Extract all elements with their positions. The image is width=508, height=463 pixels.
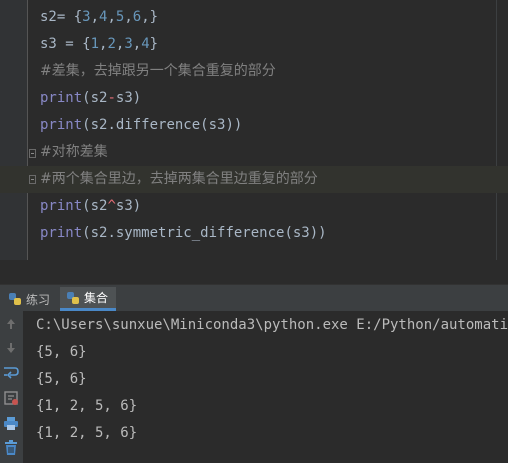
code-text: print(s2-s3) [40, 89, 141, 108]
code-token: print [40, 117, 83, 133]
code-token: = { [56, 9, 83, 25]
code-token: (s2.difference(s3)) [82, 117, 243, 133]
print-icon[interactable] [2, 414, 20, 432]
tab-lianxi[interactable]: 练习 [2, 287, 58, 311]
code-token: 1 [90, 36, 100, 52]
code-text: s3 = {1,2,3,4} [40, 35, 158, 54]
code-token: , [124, 9, 133, 25]
code-token: (s2.symmetric_difference(s3)) [82, 225, 327, 241]
current-code-line[interactable]: #两个集合里边，去掉两集合里边重复的部分 [0, 166, 508, 193]
tab-label: 练习 [26, 292, 51, 307]
console-output-line: {5, 6} [36, 344, 87, 360]
console-command-line: C:\Users\sunxue\Miniconda3\python.exe E:… [36, 317, 508, 333]
code-token: s3 = { [40, 36, 91, 52]
code-line[interactable]: s3 = {1,2,3,4} [0, 31, 508, 58]
console-output-line: {1, 2, 5, 6} [36, 398, 138, 414]
fold-marker-icon[interactable] [29, 175, 36, 184]
code-token: } [149, 36, 159, 52]
code-token: 2 [107, 36, 116, 52]
ide-window: s2= {3,4,5,6,} s3 = {1,2,3,4} #差集，去掉跟另一个… [0, 0, 508, 463]
code-token: , [107, 9, 116, 25]
code-line[interactable]: s2= {3,4,5,6,} [0, 4, 508, 31]
code-comment: #对称差集 [40, 144, 108, 160]
code-line[interactable]: #差集，去掉跟另一个集合重复的部分 [0, 58, 508, 85]
up-arrow-icon[interactable] [2, 315, 20, 333]
code-token: print [40, 225, 83, 241]
code-text: s2= {3,4,5,6,} [40, 8, 158, 27]
code-text: print(s2.symmetric_difference(s3)) [40, 224, 327, 243]
code-token: (s2 [82, 90, 108, 106]
code-text: print(s2^s3) [40, 197, 141, 216]
code-token: (s2 [82, 198, 108, 214]
run-toolbar [0, 311, 23, 463]
python-file-icon [9, 293, 21, 305]
down-arrow-icon[interactable] [2, 339, 20, 357]
code-comment: #两个集合里边，去掉两集合里边重复的部分 [40, 171, 318, 187]
code-text: print(s2.difference(s3)) [40, 116, 242, 135]
trash-icon[interactable] [2, 439, 20, 457]
code-token: s3) [115, 198, 142, 214]
code-token: print [40, 90, 83, 106]
tab-jihe[interactable]: 集合 [60, 287, 117, 311]
code-token: - [107, 90, 116, 106]
run-tabs-bar: 练习 集合 [0, 284, 508, 311]
console-output-line: {5, 6} [36, 371, 87, 387]
code-line[interactable]: print(s2^s3) [0, 193, 508, 220]
run-console-panel: C:\Users\sunxue\Miniconda3\python.exe E:… [0, 311, 508, 463]
code-line[interactable]: print(s2-s3) [0, 85, 508, 112]
code-token: 3 [82, 9, 91, 25]
code-line[interactable]: print(s2.symmetric_difference(s3)) [0, 220, 508, 247]
code-token: 4 [141, 36, 150, 52]
code-line[interactable]: #对称差集 [0, 139, 508, 166]
fold-marker-icon[interactable] [29, 149, 36, 158]
code-token: , [90, 9, 100, 25]
code-token: s3) [115, 90, 142, 106]
tab-label: 集合 [84, 291, 109, 305]
code-token: 3 [124, 36, 133, 52]
code-token: ^ [107, 198, 116, 214]
code-token: 6 [132, 9, 142, 25]
code-token: ,} [141, 9, 159, 25]
code-token: s2 [40, 9, 57, 25]
code-comment: #差集，去掉跟另一个集合重复的部分 [40, 63, 276, 79]
code-token: print [40, 198, 83, 214]
code-line[interactable]: print(s2.difference(s3)) [0, 112, 508, 139]
scroll-to-end-icon[interactable] [2, 389, 20, 407]
soft-wrap-icon[interactable] [2, 363, 20, 381]
python-file-icon [67, 291, 79, 304]
code-token: , [132, 36, 142, 52]
code-editor[interactable]: s2= {3,4,5,6,} s3 = {1,2,3,4} #差集，去掉跟另一个… [0, 0, 508, 260]
console-output-line: {1, 2, 5, 6} [36, 425, 138, 441]
editor-empty-area[interactable] [0, 260, 508, 284]
